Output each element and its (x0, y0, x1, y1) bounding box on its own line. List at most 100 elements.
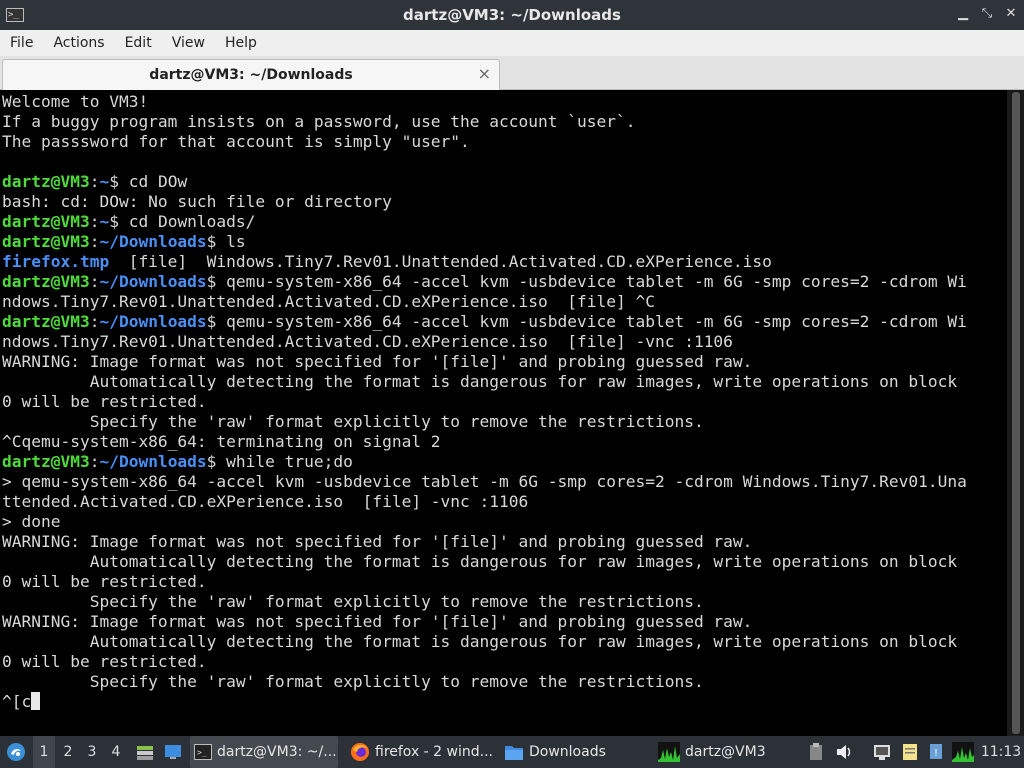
terminal-line: WARNING: Image format was not specified … (2, 532, 1002, 552)
terminal-text: ^Cqemu-system-x86_64: terminating on sig… (2, 432, 441, 451)
terminal-line: dartz@VM3:~$ cd Downloads/ (2, 212, 1002, 232)
terminal-line: > done (2, 512, 1002, 532)
tab-terminal[interactable]: dartz@VM3: ~/Downloads × (2, 59, 500, 90)
clipboard-icon (810, 743, 822, 760)
terminal-scrollbar[interactable] (1007, 90, 1024, 736)
terminal-text: : (89, 232, 100, 251)
prompt-user: dartz@VM3 (2, 312, 90, 331)
network-tray[interactable] (870, 736, 894, 768)
minimize-button[interactable]: ▁ (956, 6, 970, 22)
terminal-line: The passsword for that account is simply… (2, 132, 1002, 152)
clock[interactable]: 11:13 (980, 736, 1022, 768)
terminal-line: ttended.Activated.CD.eXPerience.iso [fil… (2, 492, 1002, 512)
menu-help[interactable]: Help (215, 30, 267, 56)
terminal-text: : (89, 212, 100, 231)
workspace-2[interactable]: 2 (57, 736, 79, 768)
notification-icon: ! (930, 744, 942, 759)
terminal-text: 0 will be restricted. (2, 392, 207, 411)
terminal-text: $ cd Downloads/ (109, 212, 256, 231)
menu-edit[interactable]: Edit (115, 30, 162, 56)
maximize-button[interactable]: ⤡ (980, 6, 994, 22)
start-menu-button[interactable] (4, 736, 28, 768)
task-system-monitor[interactable]: dartz@VM3 (654, 736, 802, 768)
show-desktop-button[interactable] (162, 736, 184, 768)
tab-bar: dartz@VM3: ~/Downloads × (0, 56, 1024, 90)
desktop-icon (165, 745, 181, 759)
folder-icon (505, 746, 523, 760)
terminal-line: Specify the 'raw' format explicitly to r… (2, 592, 1002, 612)
menu-actions[interactable]: Actions (43, 30, 114, 56)
terminal-text: $ qemu-system-x86_64 -accel kvm -usbdevi… (206, 312, 967, 331)
terminal-line: 0 will be restricted. (2, 392, 1002, 412)
terminal-text: WARNING: Image format was not specified … (2, 532, 753, 551)
terminal-text: WARNING: Image format was not specified … (2, 352, 753, 371)
terminal-text: : (89, 452, 100, 471)
terminal-line: dartz@VM3:~/Downloads$ ls (2, 232, 1002, 252)
terminal-line: dartz@VM3:~$ cd DOw (2, 172, 1002, 192)
text-cursor (31, 692, 41, 710)
terminal-text: Specify the 'raw' format explicitly to r… (2, 672, 704, 691)
tab-close-icon[interactable]: × (478, 64, 491, 83)
task-terminal[interactable]: >_ dartz@VM3: ~/... (190, 736, 338, 768)
prompt-user: dartz@VM3 (2, 212, 90, 231)
terminal-line: WARNING: Image format was not specified … (2, 352, 1002, 372)
updates-tray[interactable]: ! (926, 736, 946, 768)
terminal-line: Automatically detecting the format is da… (2, 632, 1002, 652)
window-title: dartz@VM3: ~/Downloads (403, 6, 621, 24)
terminal-line: 0 will be restricted. (2, 572, 1002, 592)
menu-view[interactable]: View (162, 30, 215, 56)
terminal-line: dartz@VM3:~/Downloads$ qemu-system-x86_6… (2, 312, 1002, 332)
prompt-path: ~/Downloads (99, 452, 207, 471)
menu-file[interactable]: File (0, 30, 43, 56)
menu-bar: File Actions Edit View Help (0, 30, 1024, 56)
workspace-4[interactable]: 4 (105, 736, 127, 768)
notes-tray[interactable] (898, 736, 922, 768)
terminal-text: $ qemu-system-x86_64 -accel kvm -usbdevi… (206, 272, 967, 291)
prompt-path: ~/Downloads (99, 232, 207, 251)
terminal-text: Automatically detecting the format is da… (2, 372, 958, 391)
terminal-text: The passsword for that account is simply… (2, 132, 470, 151)
terminal-text: : (89, 272, 100, 291)
folder-stack-icon (137, 746, 153, 760)
task-system-monitor-label: dartz@VM3 (685, 744, 766, 760)
file-entry: firefox.tmp (2, 252, 110, 271)
workspace-1[interactable]: 1 (33, 736, 55, 768)
terminal-icon: >_ (6, 8, 24, 22)
terminal-text: ttended.Activated.CD.eXPerience.iso [fil… (2, 492, 529, 511)
task-downloads[interactable]: Downloads (500, 736, 648, 768)
notes-icon (903, 744, 917, 760)
terminal-line: If a buggy program insists on a password… (2, 112, 1002, 132)
terminal-line: dartz@VM3:~/Downloads$ while true;do (2, 452, 1002, 472)
terminal-line: Specify the 'raw' format explicitly to r… (2, 672, 1002, 692)
task-downloads-label: Downloads (529, 744, 606, 760)
workspace-3[interactable]: 3 (81, 736, 103, 768)
prompt-path: ~/Downloads (99, 312, 207, 331)
terminal-line: ndows.Tiny7.Rev01.Unattended.Activated.C… (2, 292, 1002, 312)
scrollbar-thumb[interactable] (1012, 92, 1020, 734)
terminal-line: dartz@VM3:~/Downloads$ qemu-system-x86_6… (2, 272, 1002, 292)
terminal-text: > done (2, 512, 61, 531)
terminal-text: : (89, 312, 100, 331)
clipboard-tray[interactable] (806, 736, 826, 768)
terminal-line: 0 will be restricted. (2, 652, 1002, 672)
tab-label: dartz@VM3: ~/Downloads (149, 67, 353, 83)
cpu-monitor-tray[interactable] (950, 736, 976, 768)
terminal-text: $ cd DOw (109, 172, 188, 191)
terminal-text: ndows.Tiny7.Rev01.Unattended.Activated.C… (2, 292, 655, 311)
terminal-text: 0 will be restricted. (2, 572, 207, 591)
terminal-text: Automatically detecting the format is da… (2, 632, 958, 651)
close-button[interactable]: ✕ (1004, 6, 1018, 22)
terminal-line: ^Cqemu-system-x86_64: terminating on sig… (2, 432, 1002, 452)
file-manager-launcher[interactable] (134, 736, 156, 768)
window-titlebar[interactable]: >_ dartz@VM3: ~/Downloads ▁ ⤡ ✕ (0, 0, 1024, 30)
volume-tray[interactable] (834, 736, 856, 768)
task-firefox[interactable]: firefox - 2 wind... (346, 736, 494, 768)
terminal-area[interactable]: Welcome to VM3! If a buggy program insist… (0, 90, 1024, 736)
terminal-text: If a buggy program insists on a password… (2, 112, 636, 131)
terminal-line: ^[c (2, 692, 1002, 712)
prompt-path: ~ (99, 212, 110, 231)
prompt-user: dartz@VM3 (2, 172, 90, 191)
distro-logo-icon (7, 743, 25, 761)
terminal-line: Specify the 'raw' format explicitly to r… (2, 412, 1002, 432)
